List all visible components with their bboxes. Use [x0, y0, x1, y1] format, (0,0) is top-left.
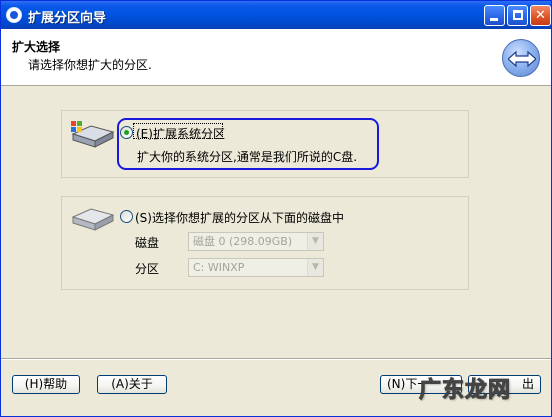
title-bar[interactable]: 扩展分区向导 ✕ [1, 1, 551, 29]
close-button[interactable]: ✕ [530, 5, 551, 26]
expand-arrows-icon [502, 39, 540, 77]
wizard-window: 扩展分区向导 ✕ 扩大选择 请选择你想扩大的分区. (E)扩展系统分区 扩大你的… [0, 0, 552, 417]
about-button[interactable]: (A)关于 [97, 375, 167, 394]
disk-icon [71, 208, 115, 231]
radio-extend-system[interactable] [120, 126, 133, 139]
partition-select[interactable]: C: WINXP ▼ [188, 258, 324, 277]
minimize-icon [490, 18, 498, 21]
close-icon: ✕ [535, 8, 546, 23]
maximize-button[interactable] [507, 5, 528, 26]
header-title: 扩大选择 [12, 40, 61, 54]
chevron-down-icon[interactable]: ▼ [307, 259, 323, 276]
disk-label: 磁盘 [135, 236, 160, 250]
radio-select-partition[interactable] [120, 210, 133, 223]
app-icon [6, 7, 22, 23]
maximize-icon [513, 10, 523, 20]
option-select-partition-label[interactable]: (S)选择你想扩展的分区从下面的磁盘中 [135, 209, 344, 226]
partition-label: 分区 [135, 262, 160, 276]
system-disk-icon [71, 121, 115, 148]
minimize-button[interactable] [484, 5, 505, 26]
disk-select[interactable]: 磁盘 0 (298.09GB) ▼ [188, 232, 324, 251]
partition-select-value: C: WINXP [193, 261, 245, 274]
disk-select-value: 磁盘 0 (298.09GB) [193, 235, 293, 248]
option-extend-system-description: 扩大你的系统分区,通常是我们所说的C盘. [137, 150, 358, 164]
watermark: 广东龙网 [418, 378, 512, 404]
wizard-header: 扩大选择 请选择你想扩大的分区. [1, 29, 551, 86]
window-title: 扩展分区向导 [28, 11, 107, 26]
option-extend-system-label[interactable]: (E)扩展系统分区 [136, 125, 225, 142]
help-button[interactable]: (H)帮助 [12, 375, 80, 394]
header-subtitle: 请选择你想扩大的分区. [28, 58, 152, 72]
footer-divider [1, 358, 551, 360]
chevron-down-icon[interactable]: ▼ [307, 233, 323, 250]
